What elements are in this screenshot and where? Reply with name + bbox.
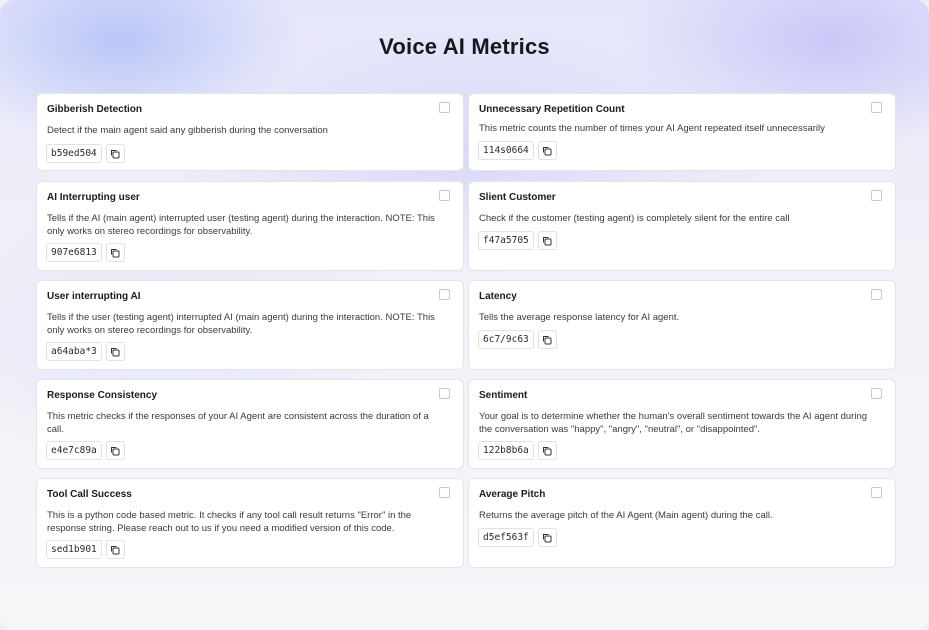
copy-button[interactable] <box>105 540 125 559</box>
copy-icon <box>543 533 552 542</box>
app-frame: Voice AI Metrics Gibberish Detection Det… <box>0 0 929 630</box>
metric-id: 122b8b6a <box>478 441 534 460</box>
copy-button[interactable] <box>105 441 125 460</box>
metric-title: Gibberish Detection <box>47 104 143 115</box>
metric-id-row: 122b8b6a <box>478 441 557 460</box>
metric-checkbox[interactable] <box>439 190 450 201</box>
metric-id: sed1b901 <box>46 540 102 559</box>
metric-id-row: 907e6813 <box>46 243 125 262</box>
metric-title: Tool Call Success <box>47 489 132 500</box>
metric-id-row: e4e7c89a <box>46 441 125 460</box>
metric-id: a64aba*3 <box>46 342 102 361</box>
metric-checkbox[interactable] <box>439 102 450 113</box>
metric-description: Detect if the main agent said any gibber… <box>47 125 328 136</box>
metric-card[interactable]: Unnecessary Repetition Count This metric… <box>468 93 896 171</box>
copy-icon <box>111 248 120 257</box>
metric-title: Unnecessary Repetition Count <box>479 104 625 115</box>
metric-id-row: b59ed504 <box>46 144 125 163</box>
copy-button[interactable] <box>105 342 125 361</box>
metric-id: 114s0664 <box>478 141 534 160</box>
metric-card[interactable]: User interrupting AI Tells if the user (… <box>36 280 464 370</box>
metric-card[interactable]: Response Consistency This metric checks … <box>36 379 464 469</box>
metric-card[interactable]: Average Pitch Returns the average pitch … <box>468 478 896 568</box>
copy-icon <box>111 149 120 158</box>
metric-card[interactable]: AI Interrupting user Tells if the AI (ma… <box>36 181 464 271</box>
metric-checkbox[interactable] <box>871 388 882 399</box>
metric-description: Your goal is to determine whether the hu… <box>479 411 868 435</box>
metric-card[interactable]: Sentiment Your goal is to determine whet… <box>468 379 896 469</box>
metric-id-row: 6c7/9c63 <box>478 330 557 349</box>
metric-description: This is a python code based metric. It c… <box>47 510 412 534</box>
metric-description: This metric checks if the responses of y… <box>47 411 429 435</box>
metric-card[interactable]: Slient Customer Check if the customer (t… <box>468 181 896 271</box>
copy-button[interactable] <box>537 231 557 250</box>
metric-id: 907e6813 <box>46 243 102 262</box>
copy-button[interactable] <box>105 243 125 262</box>
metric-description: Check if the customer (testing agent) is… <box>479 213 790 224</box>
copy-icon <box>111 446 120 455</box>
metric-description: This metric counts the number of times y… <box>479 123 825 134</box>
metric-id-row: d5ef563f <box>478 528 557 547</box>
metric-id: 6c7/9c63 <box>478 330 534 349</box>
metric-checkbox[interactable] <box>871 289 882 300</box>
metric-checkbox[interactable] <box>439 487 450 498</box>
metric-checkbox[interactable] <box>871 102 882 113</box>
metric-id: e4e7c89a <box>46 441 102 460</box>
metric-description: Tells if the AI (main agent) interrupted… <box>47 213 435 237</box>
metric-title: Slient Customer <box>479 192 556 203</box>
metric-title: Response Consistency <box>47 390 158 401</box>
metric-checkbox[interactable] <box>439 388 450 399</box>
metric-id-row: a64aba*3 <box>46 342 125 361</box>
copy-button[interactable] <box>537 528 557 547</box>
copy-icon <box>111 347 120 356</box>
metric-id-row: sed1b901 <box>46 540 125 559</box>
metric-id: d5ef563f <box>478 528 534 547</box>
metric-id: f47a5705 <box>478 231 534 250</box>
copy-button[interactable] <box>105 144 125 163</box>
metric-card[interactable]: Latency Tells the average response laten… <box>468 280 896 370</box>
copy-icon <box>111 545 120 554</box>
metric-title: Average Pitch <box>479 489 546 500</box>
copy-button[interactable] <box>537 441 557 460</box>
metric-description: Returns the average pitch of the AI Agen… <box>479 510 773 521</box>
copy-button[interactable] <box>537 330 557 349</box>
page-title: Voice AI Metrics <box>379 34 550 59</box>
copy-icon <box>543 236 552 245</box>
metric-card[interactable]: Gibberish Detection Detect if the main a… <box>36 93 464 171</box>
metric-title: User interrupting AI <box>47 291 141 302</box>
metric-title: Sentiment <box>479 390 528 401</box>
metric-description: Tells the average response latency for A… <box>479 312 680 323</box>
copy-icon <box>543 146 552 155</box>
metric-card[interactable]: Tool Call Success This is a python code … <box>36 478 464 568</box>
metric-checkbox[interactable] <box>439 289 450 300</box>
metric-checkbox[interactable] <box>871 190 882 201</box>
metric-id-row: 114s0664 <box>478 141 557 160</box>
metric-description: Tells if the user (testing agent) interr… <box>47 312 435 336</box>
copy-icon <box>543 446 552 455</box>
metric-id: b59ed504 <box>46 144 102 163</box>
metric-title: Latency <box>479 291 517 302</box>
metric-title: AI Interrupting user <box>47 192 140 203</box>
copy-icon <box>543 335 552 344</box>
copy-button[interactable] <box>537 141 557 160</box>
metric-id-row: f47a5705 <box>478 231 557 250</box>
metric-checkbox[interactable] <box>871 487 882 498</box>
